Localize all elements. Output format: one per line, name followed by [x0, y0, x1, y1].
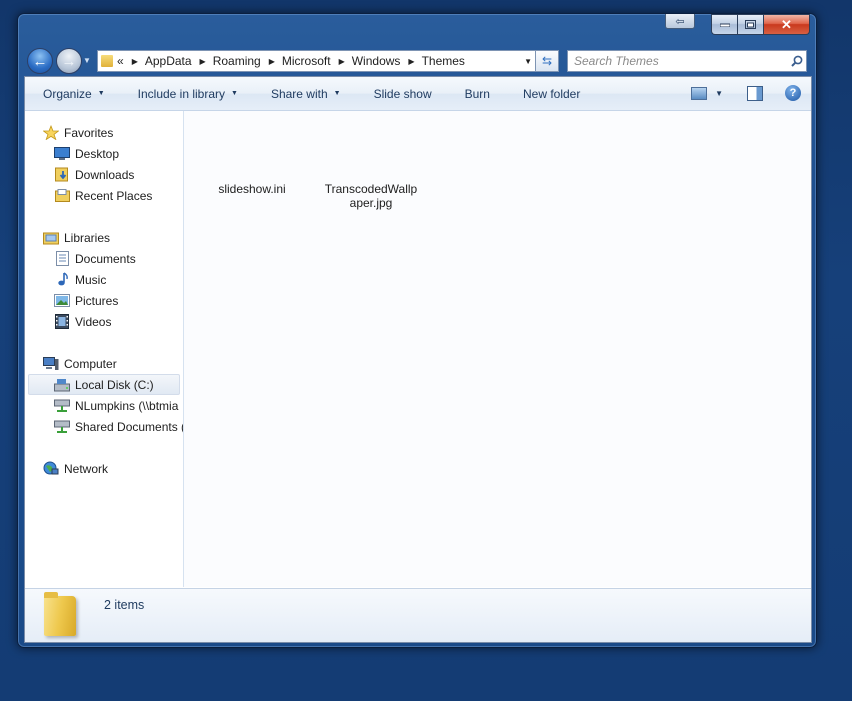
back-arrow-icon: ← [32, 52, 48, 70]
chevron-down-icon: ▼ [231, 90, 238, 97]
address-bar[interactable]: « ▶ AppData ▶ Roaming ▶ Microsoft ▶ Wind… [97, 50, 539, 72]
breadcrumb-separator-icon[interactable]: ▶ [269, 57, 275, 66]
sidebar-item-desktop[interactable]: Desktop [54, 143, 119, 164]
breadcrumb-microsoft[interactable]: Microsoft [282, 54, 331, 68]
sidebar-item-downloads[interactable]: Downloads [54, 164, 134, 185]
sidebar-item-computer[interactable]: Computer [43, 353, 117, 374]
caption-buttons: ✕ [711, 14, 810, 35]
details-pane: 2 items [25, 588, 811, 642]
file-name: slideshow.ini [218, 182, 286, 196]
sidebar-item-documents[interactable]: Documents [54, 248, 136, 269]
sidebar-item-local-disk[interactable]: Local Disk (C:) [28, 374, 180, 395]
search-box[interactable]: Search Themes [567, 50, 807, 72]
sidebar-item-network[interactable]: Network [43, 458, 108, 479]
file-name-line-2: aper.jpg [349, 196, 393, 210]
minimize-icon [719, 23, 730, 27]
pictures-icon [54, 294, 70, 308]
command-bar: Organize ▼ Include in library ▼ Share with… [25, 77, 811, 111]
documents-icon [54, 251, 70, 266]
breadcrumb-separator-icon[interactable]: ▶ [200, 57, 206, 66]
maximize-icon [745, 20, 756, 29]
share-with-menu[interactable]: Share with ▼ [253, 87, 356, 101]
address-history-dropdown[interactable]: ▼ [524, 57, 532, 66]
breadcrumb-roaming[interactable]: Roaming [213, 54, 261, 68]
forward-arrow-icon: → [61, 52, 77, 70]
minimize-button[interactable] [711, 14, 737, 35]
libraries-icon [43, 231, 59, 245]
file-item-slideshow-ini[interactable]: slideshow.ini [204, 182, 300, 196]
item-count: 2 items [104, 598, 145, 612]
network-drive-icon [54, 420, 70, 434]
sidebar-item-libraries[interactable]: Libraries [43, 227, 110, 248]
refresh-button[interactable]: ⇆ [535, 50, 559, 72]
network-icon [43, 461, 59, 476]
sidebar-item-pictures[interactable]: Pictures [54, 290, 118, 311]
back-button[interactable]: ← [27, 48, 53, 74]
computer-icon [43, 356, 59, 371]
explorer-window: ⇦ ✕ ← → ▼ « ▶ AppData ▶ Roaming ▶ Micros… [17, 13, 817, 648]
command-bar-right: ▼ ? [691, 85, 801, 101]
network-drive-icon [54, 399, 70, 413]
breadcrumb-themes[interactable]: Themes [422, 54, 465, 68]
sidebar-item-favorites[interactable]: Favorites [43, 122, 113, 143]
sidebar-item-network-drive-nlumpkins[interactable]: NLumpkins (\\btmia [54, 395, 183, 416]
organize-menu[interactable]: Organize ▼ [25, 87, 120, 101]
file-list[interactable]: slideshow.ini TranscodedWallp aper.jpg [184, 111, 811, 587]
close-icon: ✕ [781, 16, 792, 32]
breadcrumb-windows[interactable]: Windows [352, 54, 401, 68]
sidebar-item-music[interactable]: Music [54, 269, 106, 290]
refresh-icon: ⇆ [541, 54, 553, 68]
downloads-icon [54, 167, 70, 182]
chevron-down-icon: ▼ [97, 90, 105, 97]
help-icon[interactable]: ? [785, 85, 801, 101]
file-item-transcoded-wallpaper[interactable]: TranscodedWallp aper.jpg [323, 182, 419, 210]
chevron-down-icon: ▼ [333, 90, 341, 97]
videos-icon [54, 314, 70, 329]
breadcrumb-separator-icon[interactable]: ▶ [339, 57, 345, 66]
client-area: Organize ▼ Include in library ▼ Share with… [24, 76, 812, 643]
folder-icon [44, 592, 76, 636]
file-name-line-1: TranscodedWallp [324, 182, 418, 196]
new-folder-button[interactable]: New folder [505, 87, 595, 101]
local-disk-icon [54, 378, 70, 392]
navigation-pane: Favorites Desktop Downloads Recent Place… [25, 111, 184, 587]
search-input[interactable]: Search Themes [568, 54, 788, 68]
breadcrumb-separator-icon[interactable]: ▶ [132, 57, 138, 66]
star-icon [43, 125, 59, 140]
view-options-dropdown[interactable]: ▼ [715, 89, 723, 98]
desktop-icon [54, 147, 70, 161]
burn-button[interactable]: Burn [447, 87, 505, 101]
address-overflow-chevron[interactable]: « [117, 54, 124, 68]
close-button[interactable]: ✕ [764, 14, 810, 35]
sidebar-item-recent-places[interactable]: Recent Places [54, 185, 152, 206]
navigation-row: ← → ▼ « ▶ AppData ▶ Roaming ▶ Microsoft … [24, 47, 810, 74]
change-view-icon[interactable] [691, 86, 708, 100]
back-tab-button[interactable]: ⇦ [665, 14, 695, 29]
forward-button[interactable]: → [56, 48, 82, 74]
recent-places-icon [54, 189, 70, 203]
folder-icon [101, 55, 113, 67]
include-in-library-menu[interactable]: Include in library ▼ [120, 87, 253, 101]
sidebar-item-videos[interactable]: Videos [54, 311, 111, 332]
recent-pages-dropdown[interactable]: ▼ [83, 56, 91, 65]
preview-pane-icon[interactable] [747, 85, 763, 101]
sidebar-item-network-drive-shared-documents[interactable]: Shared Documents ( [54, 416, 183, 437]
music-icon [54, 272, 70, 287]
search-icon[interactable] [788, 55, 806, 67]
slide-show-button[interactable]: Slide show [356, 87, 447, 101]
breadcrumb-appdata[interactable]: AppData [145, 54, 192, 68]
breadcrumb-separator-icon[interactable]: ▶ [408, 57, 414, 66]
maximize-button[interactable] [737, 14, 764, 35]
